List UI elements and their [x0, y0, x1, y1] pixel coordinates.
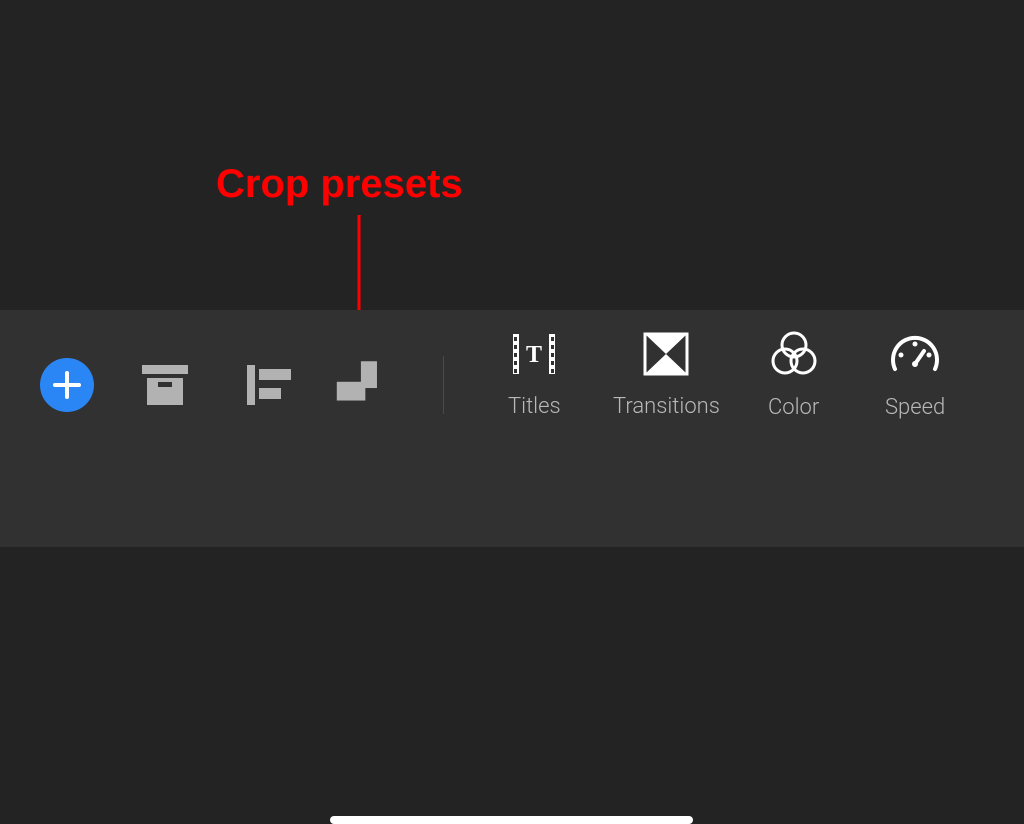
titles-icon: T [511, 332, 557, 376]
transitions-label: Transitions [613, 394, 720, 419]
preview-area [0, 0, 1024, 310]
archive-button[interactable] [140, 360, 190, 410]
speed-tool[interactable]: Speed [885, 331, 945, 420]
color-tool[interactable]: Color [768, 331, 819, 420]
speed-icon [890, 331, 940, 377]
transitions-tool[interactable]: Transitions [613, 332, 720, 419]
align-left-icon [245, 363, 293, 407]
toolbar-divider [443, 356, 444, 414]
color-label: Color [768, 395, 819, 420]
speed-label: Speed [885, 395, 945, 420]
transitions-icon [643, 332, 689, 376]
align-left-button[interactable] [244, 360, 294, 410]
add-button[interactable] [40, 358, 94, 412]
titles-tool[interactable]: T Titles [508, 332, 561, 419]
color-icon [770, 331, 818, 377]
bottom-toolbar: T Titles Transitions Color Speed [0, 310, 1024, 547]
plus-icon [52, 370, 82, 400]
home-indicator[interactable] [330, 816, 693, 824]
annotation-label: Crop presets [216, 162, 463, 207]
archive-icon [140, 363, 190, 407]
titles-label: Titles [508, 394, 561, 419]
crop-presets-icon [335, 355, 385, 405]
svg-text:T: T [526, 342, 542, 368]
crop-presets-button[interactable] [335, 355, 385, 405]
